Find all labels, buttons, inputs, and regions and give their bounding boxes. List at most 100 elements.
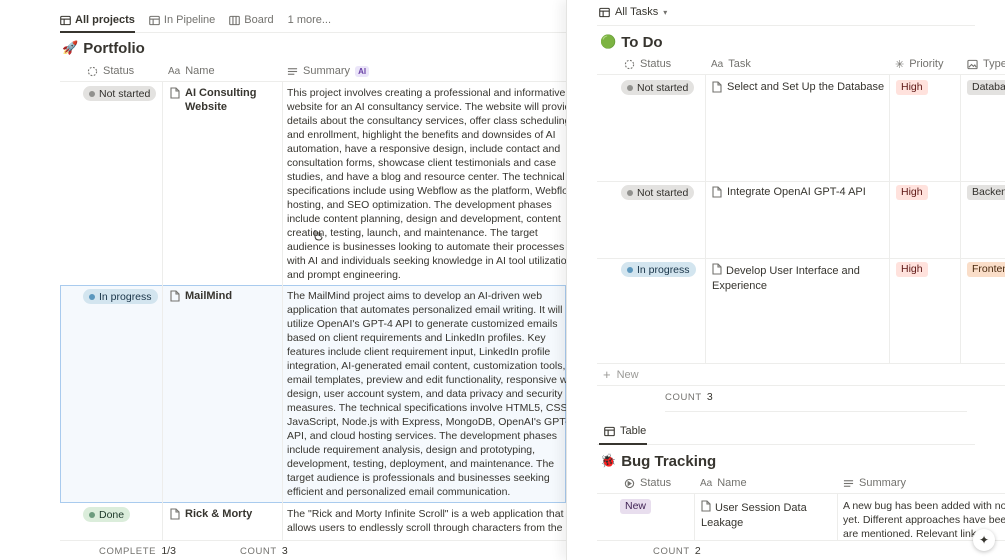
row-name-text: AI Consulting Website: [185, 87, 257, 113]
type-tag[interactable]: Fronten: [967, 262, 1005, 277]
summary-line: creation, testing, launch, and maintenan…: [287, 227, 538, 239]
tab-all-projects[interactable]: All projects: [60, 9, 135, 31]
table-icon: [604, 426, 615, 436]
task-name-line: Develop User Interface and: [726, 265, 860, 277]
priority-tag[interactable]: High: [896, 262, 928, 277]
summary-line: This project involves creating a profess…: [287, 87, 566, 99]
row-summary[interactable]: This project involves creating a profess…: [287, 86, 566, 282]
status-badge[interactable]: Not started: [83, 86, 157, 101]
chevron-down-icon: ▾: [663, 7, 668, 17]
summary-line: target audience is professionals and bus…: [287, 472, 550, 484]
footer-value: 3: [706, 391, 713, 403]
column-header-summary[interactable]: Summary AI: [287, 60, 370, 82]
summary-line: email templates, preview and edit functi…: [287, 374, 566, 386]
mouse-cursor-icon: [314, 230, 323, 241]
bug-name-line: Leakage: [701, 517, 744, 529]
tab-more-views[interactable]: 1 more...: [288, 9, 331, 31]
column-header-task[interactable]: Aa Task: [711, 53, 751, 75]
task-name-line: Experience: [712, 280, 768, 292]
row-name[interactable]: Rick & Morty: [170, 507, 285, 521]
priority-tag[interactable]: High: [896, 185, 928, 200]
tab-in-pipeline[interactable]: In Pipeline: [149, 9, 215, 31]
column-header-summary[interactable]: Summary: [843, 472, 906, 494]
column-divider: [694, 493, 695, 540]
tabs-divider: [60, 32, 566, 33]
column-header-name[interactable]: Aa Name: [168, 60, 215, 82]
status-badge[interactable]: In progress: [621, 262, 696, 277]
summary-line: hosting, and SEO optimization. The devel…: [287, 199, 552, 211]
summary-line: with AI and individuals seeking knowledg…: [287, 255, 566, 267]
column-header-name[interactable]: Aa Name: [700, 472, 747, 494]
column-header-priority[interactable]: ✳ Priority: [895, 53, 943, 75]
summary-line: yet. Different approaches have been t: [843, 514, 1005, 526]
table-icon: [599, 7, 610, 17]
active-tab-indicator: [60, 31, 135, 33]
column-header-status[interactable]: Status: [624, 53, 671, 75]
summary-line: audience is businesses looking to automa…: [287, 241, 565, 253]
summary-line: and enrollment, highlight the benefits a…: [287, 129, 556, 141]
side-peek-pane: All Tasks ▾ 🟢 To Do Status Aa Task ✳ Pri…: [566, 0, 1005, 560]
tab-table[interactable]: Table: [604, 425, 646, 437]
complete-summary[interactable]: COMPLETE 1/3: [99, 545, 176, 557]
count-summary[interactable]: COUNT 2: [653, 545, 701, 557]
row-name[interactable]: AI Consulting Website: [170, 86, 285, 114]
column-header-status[interactable]: Status: [624, 472, 671, 494]
status-loading-icon: [624, 59, 635, 69]
type-tag[interactable]: Backend: [967, 185, 1005, 200]
footer-value: 3: [281, 545, 288, 557]
summary-line: features include client requirement inpu…: [287, 346, 551, 358]
column-divider: [837, 493, 838, 540]
footer-divider: [60, 540, 566, 541]
rocket-icon: 🚀: [62, 41, 79, 56]
bug-name[interactable]: User Session Data Leakage: [701, 499, 833, 531]
ai-badge: AI: [355, 65, 370, 77]
status-badge[interactable]: Not started: [621, 80, 695, 95]
footer-value: 2: [694, 545, 701, 557]
tab-board[interactable]: Board: [229, 9, 274, 31]
task-name-text: Integrate OpenAI GPT-4 API: [727, 186, 866, 198]
priority-tag[interactable]: High: [896, 80, 928, 95]
image-icon: [967, 59, 978, 69]
add-new-row-button[interactable]: + New: [603, 367, 639, 382]
row-summary[interactable]: The "Rick and Morty Infinite Scroll" is …: [287, 507, 566, 539]
column-header-label: Task: [728, 58, 751, 70]
tab-label: In Pipeline: [163, 14, 216, 26]
column-header-label: Priority: [909, 58, 944, 70]
column-divider: [162, 82, 163, 540]
status-label: Not started: [637, 81, 689, 94]
column-header-type[interactable]: Type: [967, 53, 1005, 75]
column-header-label: Status: [640, 477, 672, 489]
footer-label: COUNT: [653, 546, 690, 557]
view-label: All Tasks: [615, 6, 659, 18]
status-circle-icon: [624, 478, 635, 488]
summary-line: A new bug has been added with no so: [843, 500, 1005, 512]
summary-line: include content planning, design and dev…: [287, 213, 561, 225]
count-summary[interactable]: COUNT 3: [240, 545, 288, 557]
status-badge[interactable]: Not started: [621, 185, 695, 200]
task-name[interactable]: Integrate OpenAI GPT-4 API: [712, 185, 887, 199]
row-divider: [597, 181, 1005, 182]
task-name[interactable]: Develop User Interface and Experience: [712, 262, 887, 294]
view-selector-all-tasks[interactable]: All Tasks ▾: [599, 6, 667, 18]
status-badge[interactable]: In progress: [83, 289, 158, 304]
status-badge[interactable]: New: [620, 499, 652, 514]
summary-line: The MailMind project aims to develop an …: [287, 290, 543, 302]
row-name[interactable]: MailMind: [170, 289, 285, 303]
section-title-bug-tracking: 🐞 Bug Tracking: [600, 453, 716, 470]
column-divider: [282, 82, 283, 540]
footer-label: COMPLETE: [99, 546, 157, 557]
status-badge[interactable]: Done: [83, 507, 131, 522]
row-summary[interactable]: The MailMind project aims to develop an …: [287, 289, 566, 499]
page-icon: [712, 186, 722, 198]
task-name[interactable]: Select and Set Up the Database: [712, 80, 887, 94]
active-tab-indicator: [599, 443, 647, 445]
status-loading-icon: [87, 66, 98, 76]
count-summary[interactable]: COUNT 3: [665, 391, 713, 403]
green-circle-icon: 🟢: [600, 35, 617, 50]
view-label: Table: [620, 425, 647, 437]
row-divider: [597, 363, 1005, 364]
ai-assistant-button[interactable]: ✦: [973, 529, 995, 551]
type-tag[interactable]: Databas: [967, 80, 1005, 95]
column-header-status[interactable]: Status: [87, 60, 134, 82]
section-title-text: To Do: [621, 34, 663, 51]
